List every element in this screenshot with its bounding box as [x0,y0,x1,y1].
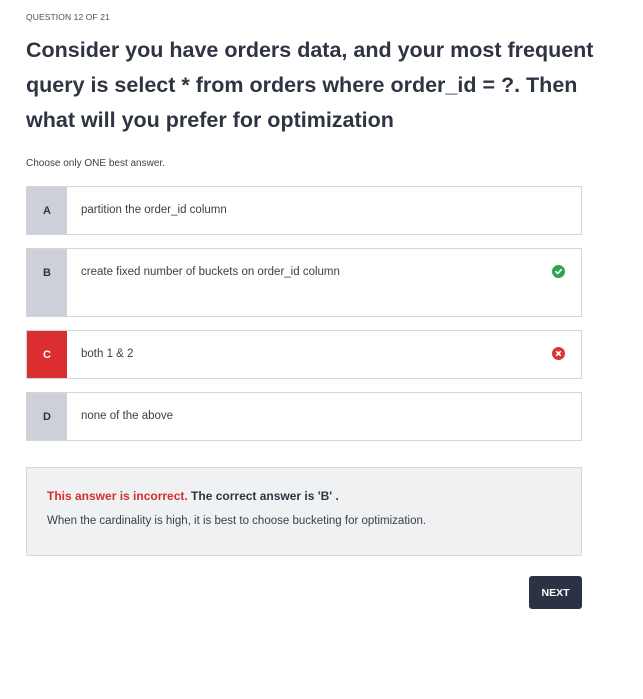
quiz-page: QUESTION 12 OF 21 Consider you have orde… [0,0,643,699]
x-circle-icon [552,347,565,360]
option-text: partition the order_id column [81,204,227,216]
incorrect-status: This answer is incorrect. [47,489,188,503]
answer-feedback: This answer is incorrect. The correct an… [26,467,582,556]
option-text: both 1 & 2 [81,348,134,360]
check-circle-icon [552,265,565,278]
next-button[interactable]: NEXT [529,576,582,609]
option-c[interactable]: C both 1 & 2 [26,330,582,379]
question-counter: QUESTION 12 OF 21 [26,12,110,22]
option-text: none of the above [81,410,174,422]
question-text: Consider you have orders data, and your … [26,38,594,132]
option-letter: D [27,393,67,440]
option-letter: A [27,187,67,234]
option-letter: C [27,331,67,378]
option-text: create fixed number of buckets on order_… [81,266,340,278]
feedback-explanation: When the cardinality is high, it is best… [47,515,427,527]
feedback-headline: This answer is incorrect. The correct an… [47,489,581,503]
correct-answer-text: The correct answer is 'B' . [187,489,339,503]
answer-instruction: Choose only ONE best answer. [26,158,165,169]
option-a[interactable]: A partition the order_id column [26,186,582,235]
option-b[interactable]: B create fixed number of buckets on orde… [26,248,582,317]
option-letter: B [27,249,67,316]
option-d[interactable]: D none of the above [26,392,582,441]
